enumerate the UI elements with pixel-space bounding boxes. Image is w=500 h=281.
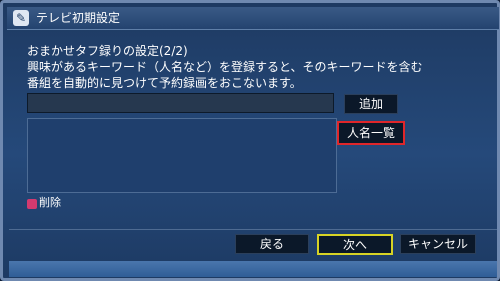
description-line-2: 興味があるキーワード（人名など）を登録すると、そのキーワードを含む <box>27 60 423 74</box>
divider <box>9 229 497 230</box>
title-bar: ✎ テレビ初期設定 <box>7 7 499 30</box>
description-heading: おまかせタフ録りの設定(2/2) <box>27 44 188 58</box>
cancel-button[interactable]: キャンセル <box>400 234 476 254</box>
description-line-3: 番組を自動的に見つけて予約録画をおこないます。 <box>27 76 302 90</box>
window-title: テレビ初期設定 <box>36 11 121 25</box>
delete-label: 削除 <box>39 196 61 209</box>
back-button[interactable]: 戻る <box>235 234 309 254</box>
red-button-icon <box>27 199 37 209</box>
wrench-icon: ✎ <box>13 10 29 26</box>
dialog-window: ✎ テレビ初期設定 おまかせタフ録りの設定(2/2) 興味があるキーワード（人名… <box>0 0 500 281</box>
next-button[interactable]: 次へ <box>317 234 393 255</box>
keyword-input[interactable] <box>27 93 334 113</box>
name-list-button[interactable]: 人名一覧 <box>337 121 405 145</box>
keyword-list[interactable] <box>27 118 337 193</box>
bottom-bar <box>9 261 497 277</box>
add-button[interactable]: 追加 <box>344 94 398 114</box>
